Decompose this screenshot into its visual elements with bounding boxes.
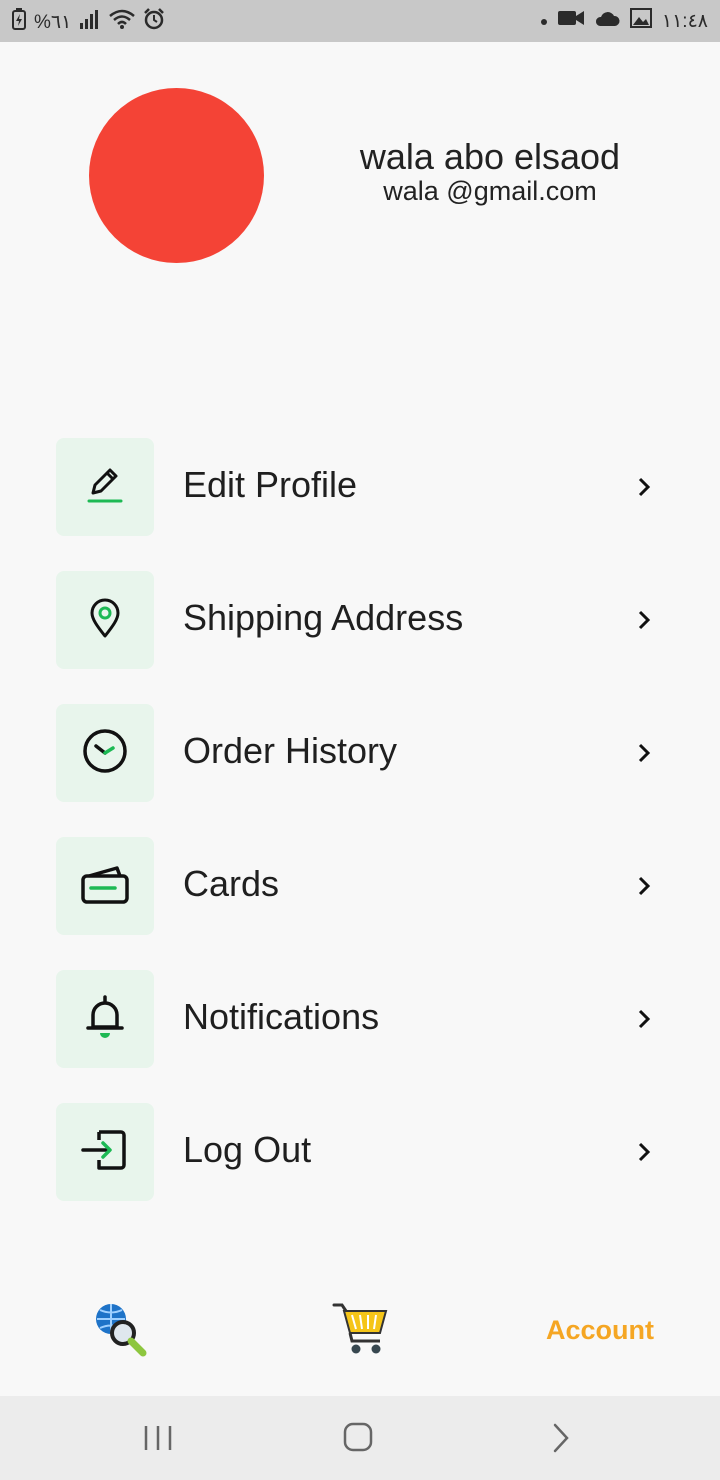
menu-icon-box xyxy=(56,970,154,1068)
menu-item-label: Edit Profile xyxy=(183,464,358,505)
menu-item-log-out[interactable]: Log Out xyxy=(0,1103,720,1201)
menu-item-label: Notifications xyxy=(183,996,380,1037)
nav-explore[interactable] xyxy=(80,1290,160,1370)
video-icon xyxy=(557,9,584,33)
back-icon[interactable] xyxy=(541,1420,581,1456)
alarm-icon xyxy=(143,8,165,36)
pencil-icon xyxy=(83,463,127,512)
menu-item-label: Cards xyxy=(183,863,280,904)
clock-icon xyxy=(81,727,129,780)
wallet-card-icon xyxy=(79,862,131,911)
nav-account[interactable]: Account xyxy=(540,1290,660,1370)
location-pin-icon xyxy=(83,596,127,645)
image-icon xyxy=(629,8,652,34)
dot-icon xyxy=(540,10,548,32)
bell-icon xyxy=(83,993,127,1046)
chevron-right-icon xyxy=(630,1138,658,1166)
menu-item-cards[interactable]: Cards xyxy=(0,837,720,935)
system-nav-bar xyxy=(0,1396,720,1480)
chevron-right-icon xyxy=(630,1005,658,1033)
menu-icon-box xyxy=(56,704,154,802)
avatar[interactable] xyxy=(89,88,264,263)
menu-item-shipping-address[interactable]: Shipping Address xyxy=(0,571,720,669)
globe-search-icon xyxy=(91,1299,149,1362)
menu-icon-box xyxy=(56,438,154,536)
chevron-right-icon xyxy=(630,606,658,634)
menu-icon-box xyxy=(56,571,154,669)
menu-item-order-history[interactable]: Order History xyxy=(0,704,720,802)
chevron-right-icon xyxy=(630,739,658,767)
clock-time: ١١:٤٨ xyxy=(661,10,708,32)
wifi-icon xyxy=(109,9,136,35)
chevron-right-icon xyxy=(630,872,658,900)
bottom-nav: Account xyxy=(0,1290,720,1395)
menu-icon-box xyxy=(56,837,154,935)
cart-icon xyxy=(330,1299,390,1362)
menu-icon-box xyxy=(56,1103,154,1201)
battery-percent: %٦١ xyxy=(34,11,72,33)
recents-icon[interactable] xyxy=(138,1420,178,1456)
menu-item-notifications[interactable]: Notifications xyxy=(0,970,720,1068)
menu-item-edit-profile[interactable]: Edit Profile xyxy=(0,438,720,536)
nav-cart[interactable] xyxy=(320,1290,400,1370)
logout-icon xyxy=(79,1124,131,1181)
home-icon[interactable] xyxy=(338,1420,378,1456)
nav-account-label: Account xyxy=(546,1314,654,1345)
battery-charging-icon xyxy=(12,8,26,36)
cloud-icon xyxy=(594,9,620,33)
menu-item-label: Shipping Address xyxy=(183,597,464,638)
user-email: wala @gmail.com xyxy=(383,176,597,206)
menu-item-label: Order History xyxy=(183,730,398,771)
signal-icon xyxy=(79,9,101,35)
status-bar: %٦١ ١١:٤٨ xyxy=(0,0,720,42)
user-name: wala abo elsaod xyxy=(359,136,621,177)
menu-item-label: Log Out xyxy=(183,1129,312,1170)
chevron-right-icon xyxy=(630,473,658,501)
